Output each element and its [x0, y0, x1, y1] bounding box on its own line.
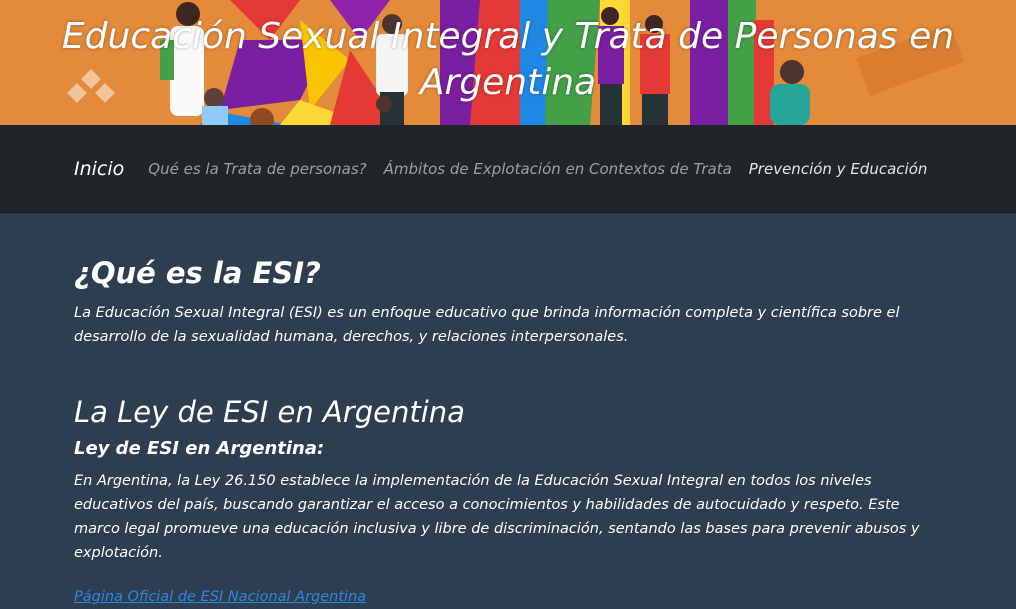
nav-link-prevencion[interactable]: Prevención y Educación — [749, 160, 928, 178]
site-title: Educación Sexual Integral y Trata de Per… — [61, 16, 955, 103]
section-subheading-ley: Ley de ESI en Argentina: — [74, 438, 325, 459]
section-heading-ley: La Ley de ESI en Argentina — [74, 395, 465, 429]
main-content: ¿Qué es la ESI? La Educación Sexual Inte… — [0, 213, 1016, 609]
nav-link-ambitos[interactable]: Ámbitos de Explotación en Contextos de T… — [384, 160, 732, 178]
section-text-esi: La Educación Sexual Integral (ESI) es un… — [74, 305, 900, 345]
header-banner: Educación Sexual Integral y Trata de Per… — [0, 0, 1016, 125]
section-heading-esi: ¿Qué es la ESI? — [74, 256, 321, 290]
link-esi-oficial[interactable]: Página Oficial de ESI Nacional Argentina — [74, 585, 942, 609]
main-navbar: Inicio Qué es la Trata de personas? Ámbi… — [0, 125, 1016, 213]
nav-brand-inicio[interactable]: Inicio — [74, 158, 124, 180]
section-que-es-esi: ¿Qué es la ESI? La Educación Sexual Inte… — [74, 255, 942, 349]
section-text-ley: En Argentina, la Ley 26.150 establece la… — [74, 473, 920, 561]
nav-link-trata[interactable]: Qué es la Trata de personas? — [148, 160, 366, 178]
section-ley-esi: La Ley de ESI en Argentina Ley de ESI en… — [74, 393, 942, 609]
